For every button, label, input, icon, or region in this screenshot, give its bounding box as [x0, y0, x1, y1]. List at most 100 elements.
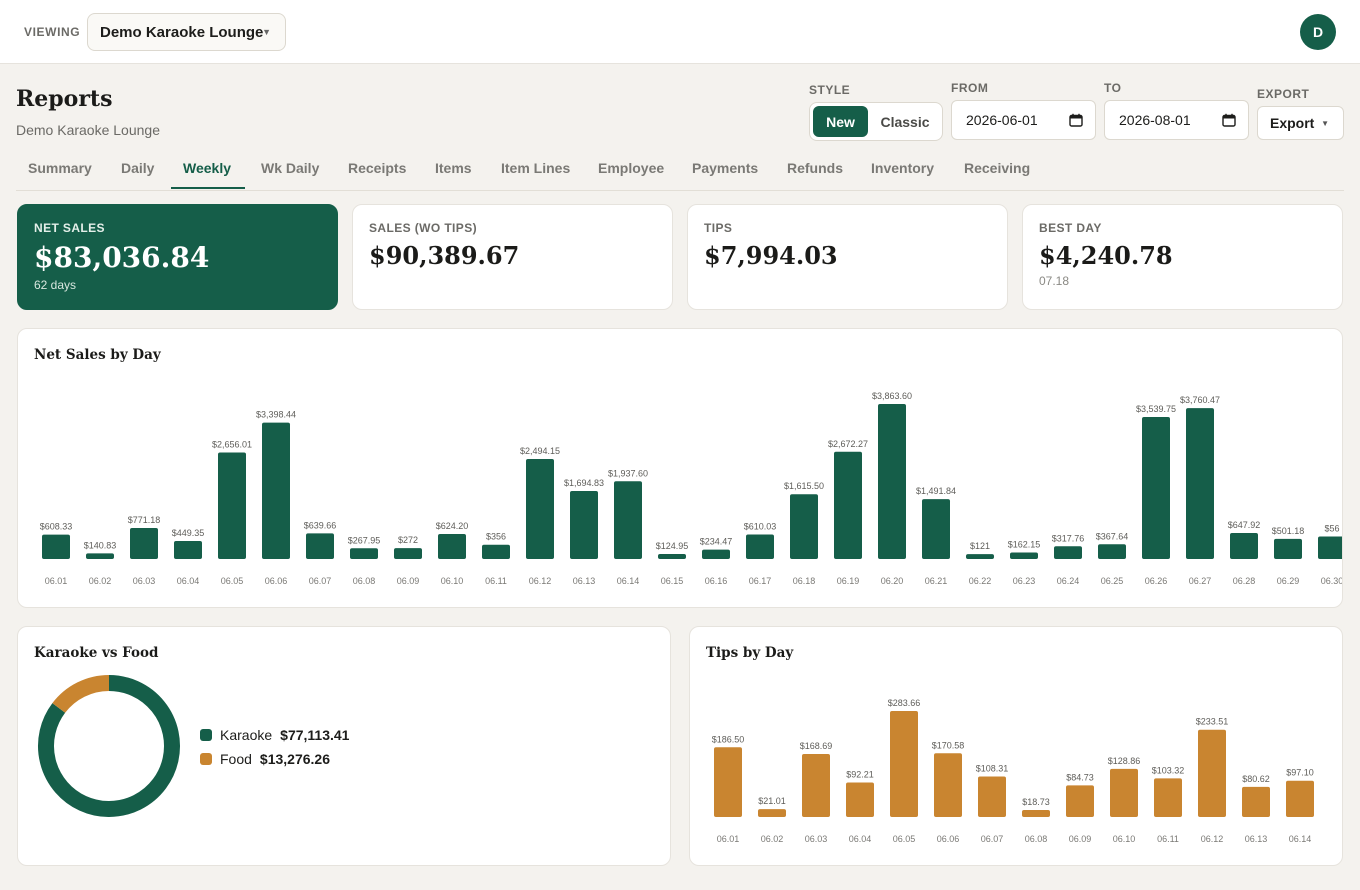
bar-06.01[interactable] — [714, 747, 742, 817]
bar-06.27[interactable] — [1186, 408, 1214, 559]
x-tick-label: 06.06 — [937, 834, 960, 844]
export-button-label: Export — [1270, 115, 1315, 131]
bar-06.10[interactable] — [1110, 768, 1138, 817]
bar-06.02[interactable] — [86, 553, 114, 559]
bar-06.09[interactable] — [1066, 785, 1094, 817]
tab-weekly[interactable]: Weekly — [183, 160, 231, 176]
tab-summary[interactable]: Summary — [28, 160, 92, 176]
kpi-label: TIPS — [704, 221, 733, 235]
to-date-input[interactable]: 2026-08-01 — [1104, 100, 1249, 140]
bar-06.03[interactable] — [802, 753, 830, 817]
chevron-down-icon: ▼ — [1321, 119, 1329, 128]
bar-06.11[interactable] — [1154, 778, 1182, 817]
bar-value-label: $124.95 — [656, 541, 689, 551]
bar-06.12[interactable] — [526, 458, 554, 559]
tab-payments[interactable]: Payments — [692, 160, 758, 176]
to-label: TO — [1104, 81, 1122, 95]
x-tick-label: 06.10 — [441, 576, 464, 586]
bar-06.14[interactable] — [1286, 780, 1314, 817]
tab-inventory[interactable]: Inventory — [871, 160, 934, 176]
tab-receipts[interactable]: Receipts — [348, 160, 406, 176]
viewing-label: VIEWING — [24, 25, 81, 39]
bar-06.26[interactable] — [1142, 416, 1170, 559]
style-label: STYLE — [809, 83, 851, 97]
bar-06.13[interactable] — [570, 491, 598, 559]
bar-value-label: $140.83 — [84, 540, 117, 550]
bar-06.19[interactable] — [834, 451, 862, 559]
bar-06.18[interactable] — [790, 494, 818, 559]
x-tick-label: 06.10 — [1113, 834, 1136, 844]
tab-daily[interactable]: Daily — [121, 160, 154, 176]
page-title: Reports — [16, 86, 113, 112]
bar-06.21[interactable] — [922, 499, 950, 559]
bar-06.14[interactable] — [614, 481, 642, 559]
legend-swatch — [200, 753, 212, 765]
calendar-icon[interactable] — [1222, 113, 1236, 127]
style-toggle: New Classic — [809, 102, 943, 141]
style-classic-button[interactable]: Classic — [872, 106, 938, 137]
bar-06.05[interactable] — [890, 711, 918, 817]
bar-06.15[interactable] — [658, 553, 686, 559]
x-tick-label: 06.07 — [309, 576, 332, 586]
x-tick-label: 06.03 — [805, 834, 828, 844]
bar-06.10[interactable] — [438, 533, 466, 559]
x-tick-label: 06.27 — [1189, 576, 1212, 586]
bar-06.23[interactable] — [1010, 552, 1038, 559]
bar-06.30[interactable] — [1318, 536, 1343, 559]
style-new-button[interactable]: New — [813, 106, 868, 137]
bar-06.07[interactable] — [306, 533, 334, 559]
bar-06.09[interactable] — [394, 548, 422, 559]
bar-06.20[interactable] — [878, 404, 906, 559]
kpi-tips: TIPS $7,994.03 — [687, 204, 1008, 310]
bar-value-label: $108.31 — [976, 764, 1009, 774]
bar-value-label: $3,398.44 — [256, 410, 296, 420]
bar-06.03[interactable] — [130, 528, 158, 559]
tab-refunds[interactable]: Refunds — [787, 160, 843, 176]
bar-06.08[interactable] — [350, 548, 378, 559]
bar-value-label: $18.73 — [1022, 797, 1050, 807]
bar-06.01[interactable] — [42, 534, 70, 559]
bar-06.25[interactable] — [1098, 544, 1126, 559]
bar-06.17[interactable] — [746, 534, 774, 559]
bar-06.12[interactable] — [1198, 729, 1226, 817]
calendar-icon[interactable] — [1069, 113, 1083, 127]
bar-06.29[interactable] — [1274, 538, 1302, 559]
kpi-label: NET SALES — [34, 221, 105, 235]
bar-06.06[interactable] — [262, 422, 290, 559]
tab-employee[interactable]: Employee — [598, 160, 664, 176]
active-tab-indicator — [171, 187, 245, 189]
venue-select-value: Demo Karaoke Lounge — [100, 23, 264, 41]
donut-slice-food[interactable] — [52, 675, 110, 714]
bar-value-label: $267.95 — [348, 535, 381, 545]
bar-06.28[interactable] — [1230, 533, 1258, 559]
bar-06.02[interactable] — [758, 809, 786, 817]
bar-06.05[interactable] — [218, 452, 246, 559]
from-date-input[interactable]: 2026-06-01 — [951, 100, 1096, 140]
tab-item-lines[interactable]: Item Lines — [501, 160, 570, 176]
export-button[interactable]: Export ▼ — [1257, 106, 1344, 140]
bar-value-label: $2,656.01 — [212, 439, 252, 449]
bar-06.06[interactable] — [934, 753, 962, 817]
kpi-value: $90,389.67 — [369, 241, 520, 270]
bar-06.24[interactable] — [1054, 546, 1082, 559]
bar-06.22[interactable] — [966, 554, 994, 559]
tab-wk-daily[interactable]: Wk Daily — [261, 160, 319, 176]
bar-value-label: $234.47 — [700, 537, 733, 547]
kpi-sub: 62 days — [34, 278, 77, 292]
net-sales-bar-chart: $608.33 06.01 $140.83 06.02 $771.18 06.03 $449… — [40, 391, 1343, 586]
bar-06.07[interactable] — [978, 776, 1006, 817]
bar-06.13[interactable] — [1242, 786, 1270, 817]
x-tick-label: 06.28 — [1233, 576, 1256, 586]
venue-select[interactable]: Demo Karaoke Lounge ▼ — [87, 13, 286, 51]
bar-06.04[interactable] — [846, 782, 874, 817]
bar-06.04[interactable] — [174, 540, 202, 559]
x-tick-label: 06.06 — [265, 576, 288, 586]
bar-06.16[interactable] — [702, 549, 730, 559]
bar-06.11[interactable] — [482, 544, 510, 559]
tab-receiving[interactable]: Receiving — [964, 160, 1030, 176]
bar-06.08[interactable] — [1022, 810, 1050, 817]
user-avatar[interactable]: D — [1300, 14, 1336, 50]
x-tick-label: 06.13 — [573, 576, 596, 586]
tab-items[interactable]: Items — [435, 160, 472, 176]
bar-value-label: $356 — [486, 532, 506, 542]
